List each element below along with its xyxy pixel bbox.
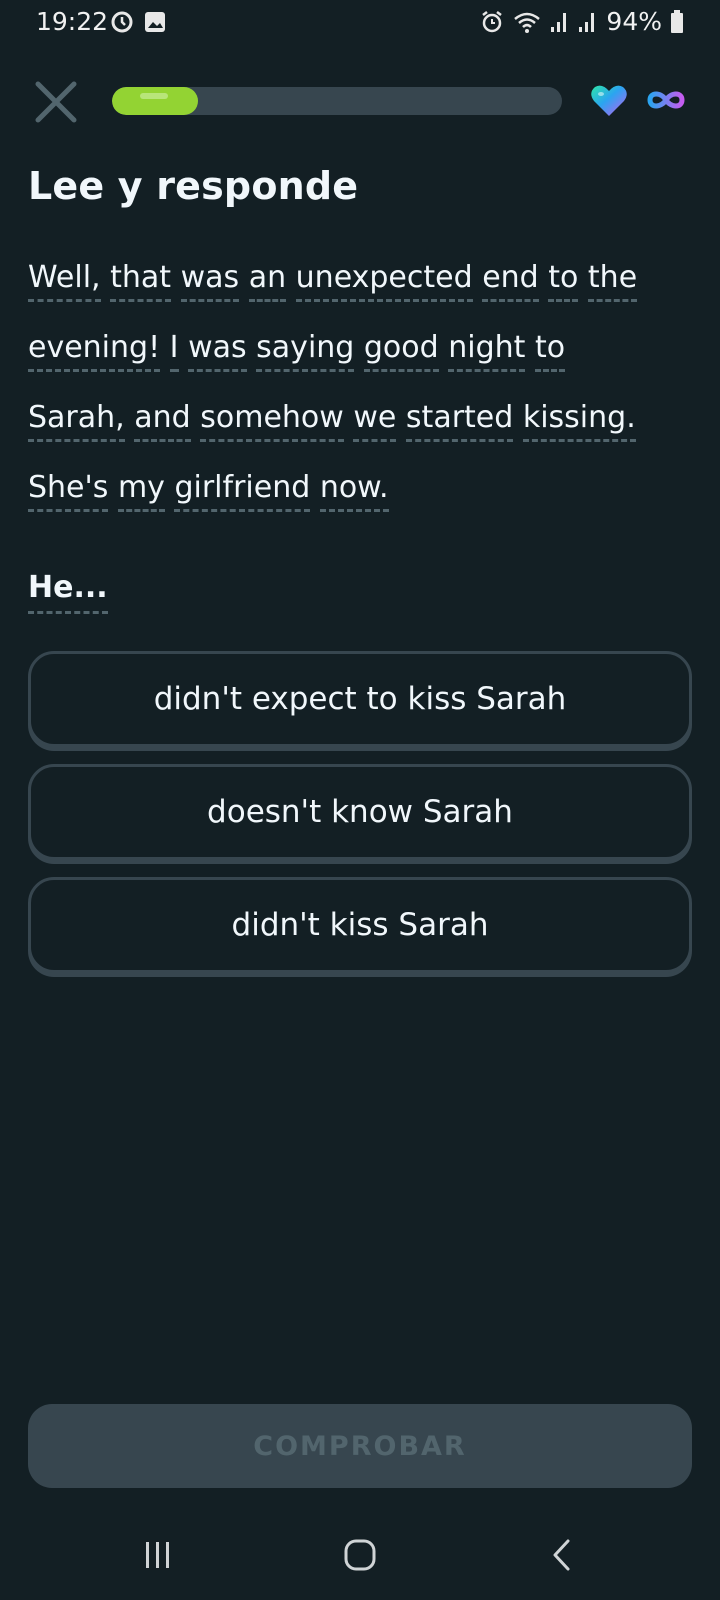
passage-word[interactable]: the [587,260,638,302]
answer-option-2[interactable]: doesn't know Sarah [28,764,692,860]
passage-word[interactable]: Sarah, [28,400,125,442]
passage-word[interactable]: She's [28,470,109,512]
page-title: Lee y responde [28,164,359,208]
lesson-progress-bar [112,87,562,115]
sync-icon [111,11,133,33]
progress-fill [112,87,198,115]
question-prompt[interactable]: He... [28,570,108,614]
passage-word[interactable]: now. [319,470,389,512]
passage-word[interactable]: and [134,400,191,442]
passage-word[interactable]: kissing. [522,400,636,442]
answer-option-1[interactable]: didn't expect to kiss Sarah [28,651,692,747]
alarm-icon [482,10,503,32]
signal-icon [551,12,567,32]
passage-line: She's my girlfriend now. [28,453,698,523]
image-icon [145,12,165,32]
passage-line: Well, that was an unexpected end to the [28,243,698,313]
passage-word[interactable]: I [169,330,179,372]
passage-word[interactable]: was [180,260,240,302]
question-text[interactable]: He... [28,570,108,614]
passage-word[interactable]: girlfriend [174,470,311,512]
signal-icon [579,12,595,32]
passage-word[interactable]: Well, [28,260,101,302]
progress-shine [140,93,168,99]
passage-word[interactable]: was [188,330,247,372]
infinity-icon [647,91,685,109]
back-button[interactable] [522,1520,602,1590]
passage-word[interactable]: my [117,470,165,512]
system-nav-bar [0,1520,720,1590]
reading-passage: Well, that was an unexpected end to the e… [28,243,698,523]
passage-word[interactable]: night [448,330,526,372]
back-chevron-icon [553,1539,570,1571]
passage-word[interactable]: saying [256,330,355,372]
screen: 19:22 94% Lee y responde Well, that was … [0,0,720,1600]
status-time: 19:22 [36,7,109,36]
passage-word[interactable]: to [534,330,566,372]
battery-percent: 94% [606,7,662,36]
status-left-icons [110,10,166,34]
close-icon[interactable] [30,76,82,128]
recent-apps-button[interactable] [118,1520,198,1590]
heart-icon[interactable] [590,84,628,118]
passage-word[interactable]: good [363,330,439,372]
passage-word[interactable]: evening! [28,330,161,372]
wifi-icon [514,12,541,33]
status-bar: 19:22 94% [0,0,720,46]
home-button[interactable] [320,1520,400,1590]
passage-word[interactable]: that [110,260,172,302]
passage-word[interactable]: started [405,400,514,442]
recent-apps-icon [146,1542,169,1568]
passage-word[interactable]: end [482,260,539,302]
check-button[interactable]: COMPROBAR [28,1404,692,1488]
passage-word[interactable]: unexpected [295,260,473,302]
passage-word[interactable]: to [548,260,579,302]
home-icon [344,1539,376,1571]
status-right-icons: 94% [480,7,684,36]
passage-word[interactable]: an [248,260,287,302]
passage-word[interactable]: somehow [200,400,344,442]
answer-option-3[interactable]: didn't kiss Sarah [28,877,692,973]
passage-line: evening! I was saying good night to [28,313,698,383]
passage-word[interactable]: we [353,400,397,442]
passage-line: Sarah, and somehow we started kissing. [28,383,698,453]
battery-icon [671,9,683,33]
